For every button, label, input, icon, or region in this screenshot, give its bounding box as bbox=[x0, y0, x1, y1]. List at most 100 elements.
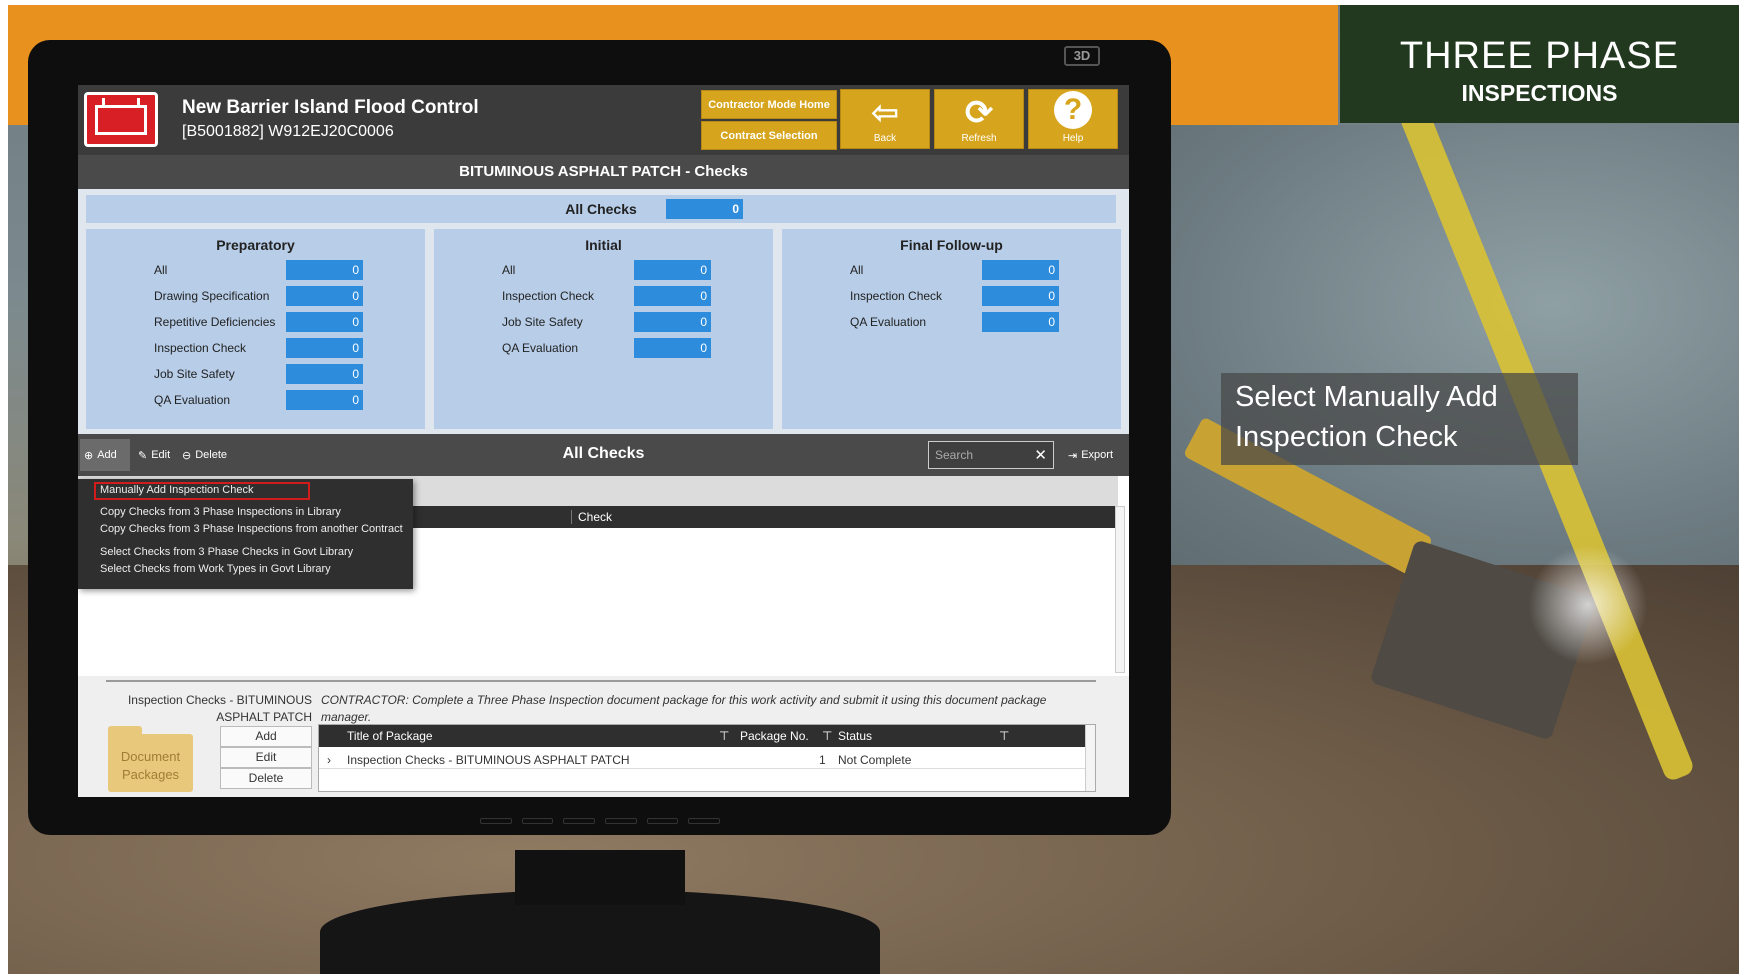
refresh-icon: ⟳ bbox=[964, 94, 994, 132]
check-column-header[interactable]: Check bbox=[571, 510, 612, 524]
water-splash bbox=[1528, 545, 1648, 665]
edit-label: Edit bbox=[151, 449, 171, 461]
all-checks-label: All Checks bbox=[565, 201, 637, 217]
grid-scrollbar[interactable] bbox=[1115, 506, 1125, 673]
add-button[interactable]: ⊕ Add bbox=[80, 439, 130, 471]
monitor-3d-badge: 3D bbox=[1064, 46, 1100, 66]
count-value[interactable]: 0 bbox=[286, 312, 363, 332]
count-value[interactable]: 0 bbox=[286, 390, 363, 410]
monitor-button bbox=[605, 818, 637, 824]
back-arrow-icon: ⇦ bbox=[870, 94, 900, 132]
edit-button[interactable]: ✎ Edit bbox=[134, 444, 174, 466]
section-description: CONTRACTOR: Complete a Three Phase Inspe… bbox=[321, 693, 1047, 724]
monitor-button bbox=[480, 818, 512, 824]
monitor-button bbox=[646, 818, 679, 824]
project-id: [B5001882] W912EJ20C0006 bbox=[182, 123, 394, 140]
package-edit-button[interactable]: Edit bbox=[220, 747, 312, 768]
count-row: All 0 bbox=[86, 257, 425, 283]
count-value[interactable]: 0 bbox=[982, 312, 1059, 332]
package-title: Inspection Checks - BITUMINOUS ASPHALT P… bbox=[347, 753, 630, 767]
filter-icon[interactable]: ⊤ bbox=[822, 729, 832, 743]
export-button[interactable]: ⇥ Export bbox=[1064, 444, 1117, 466]
count-label: QA Evaluation bbox=[154, 393, 231, 407]
panel-title: Preparatory bbox=[216, 237, 295, 253]
back-label: Back bbox=[873, 133, 897, 144]
checks-summary: All Checks 0 Preparatory All 0 Drawing Sp… bbox=[78, 189, 1129, 434]
packages-table-header: Title of Package ⊤ Package No. ⊤ Status … bbox=[319, 725, 1085, 747]
panel-title: Final Follow-up bbox=[900, 237, 1003, 253]
divider bbox=[106, 680, 1096, 682]
filter-icon[interactable]: ⊤ bbox=[999, 729, 1009, 743]
table-row[interactable]: › Inspection Checks - BITUMINOUS ASPHALT… bbox=[319, 749, 1085, 769]
package-add-button[interactable]: Add bbox=[220, 726, 312, 747]
app-header: New Barrier Island Flood Control [B50018… bbox=[78, 85, 1129, 155]
usace-castle-logo bbox=[84, 92, 158, 147]
contract-selection-button[interactable]: Contract Selection bbox=[701, 121, 837, 150]
refresh-button[interactable]: ⟳ Refresh bbox=[934, 89, 1024, 149]
monitor-button bbox=[563, 818, 596, 824]
count-value[interactable]: 0 bbox=[286, 286, 363, 306]
monitor-button bbox=[521, 818, 554, 824]
brand-title: THREE PHASE bbox=[1399, 35, 1680, 77]
page-title: BITUMINOUS ASPHALT PATCH - Checks bbox=[78, 155, 1129, 189]
count-row: QA Evaluation 0 bbox=[434, 335, 773, 361]
panel-title: Initial bbox=[585, 237, 622, 253]
initial-panel: Initial All 0 Inspection Check 0 Job Site … bbox=[434, 229, 773, 429]
checks-toolbar: All Checks ⊕ Add ✎ Edit ⊖ Delete Search … bbox=[78, 434, 1129, 476]
count-row: Inspection Check 0 bbox=[782, 283, 1121, 309]
count-row: Inspection Check 0 bbox=[86, 335, 425, 361]
monitor-stand-neck bbox=[515, 850, 685, 905]
final-follow-up-panel: Final Follow-up All 0 Inspection Check 0 Q… bbox=[782, 229, 1121, 429]
row-expand-icon[interactable]: › bbox=[327, 753, 331, 767]
packages-scrollbar[interactable] bbox=[1085, 725, 1095, 791]
back-button[interactable]: ⇦ Back bbox=[840, 89, 930, 149]
column-title-of-package[interactable]: Title of Package bbox=[347, 729, 433, 743]
export-icon: ⇥ bbox=[1068, 449, 1078, 462]
export-label: Export bbox=[1081, 449, 1114, 461]
count-label: Inspection Check bbox=[154, 341, 247, 355]
count-value[interactable]: 0 bbox=[982, 286, 1059, 306]
help-icon: ? bbox=[1054, 91, 1092, 129]
document-packages-folder-icon[interactable]: Document Packages bbox=[108, 726, 193, 792]
all-checks-count[interactable]: 0 bbox=[666, 199, 743, 219]
delete-icon: ⊖ bbox=[182, 449, 192, 462]
search-input[interactable]: Search ✕ bbox=[928, 441, 1054, 469]
refresh-label: Refresh bbox=[961, 133, 997, 144]
help-button[interactable]: ? Help bbox=[1028, 89, 1118, 149]
help-label: Help bbox=[1062, 133, 1084, 144]
monitor-buttons bbox=[480, 818, 721, 830]
count-label: QA Evaluation bbox=[502, 341, 579, 355]
count-value[interactable]: 0 bbox=[286, 338, 363, 358]
add-dropdown-menu: Manually Add Inspection Check Copy Check… bbox=[78, 479, 413, 589]
preparatory-panel: Preparatory All 0 Drawing Specification 0 … bbox=[86, 229, 425, 429]
all-checks-summary: All Checks 0 bbox=[86, 195, 1116, 223]
count-value[interactable]: 0 bbox=[286, 364, 363, 384]
contractor-mode-home-button[interactable]: Contractor Mode Home bbox=[701, 90, 837, 119]
menu-item-copy-contract[interactable]: Copy Checks from 3 Phase Inspections fro… bbox=[100, 523, 403, 535]
column-package-no[interactable]: Package No. bbox=[740, 729, 809, 743]
menu-item-select-work-types[interactable]: Select Checks from Work Types in Govt Li… bbox=[100, 563, 331, 575]
count-label: QA Evaluation bbox=[850, 315, 927, 329]
count-value[interactable]: 0 bbox=[634, 312, 711, 332]
count-value[interactable]: 0 bbox=[634, 260, 711, 280]
package-delete-button[interactable]: Delete bbox=[220, 768, 312, 789]
column-status[interactable]: Status bbox=[838, 729, 872, 743]
count-row: All 0 bbox=[434, 257, 773, 283]
count-value[interactable]: 0 bbox=[286, 260, 363, 280]
count-label: Job Site Safety bbox=[154, 367, 235, 381]
clear-search-icon[interactable]: ✕ bbox=[1034, 446, 1047, 464]
menu-item-manually-add[interactable]: Manually Add Inspection Check bbox=[100, 484, 253, 496]
menu-item-select-govt-checks[interactable]: Select Checks from 3 Phase Checks in Gov… bbox=[100, 546, 353, 558]
filter-icon[interactable]: ⊤ bbox=[719, 729, 729, 743]
count-row: QA Evaluation 0 bbox=[86, 387, 425, 413]
delete-button[interactable]: ⊖ Delete bbox=[178, 444, 231, 466]
count-value[interactable]: 0 bbox=[634, 286, 711, 306]
count-row: Inspection Check 0 bbox=[434, 283, 773, 309]
menu-item-copy-library[interactable]: Copy Checks from 3 Phase Inspections in … bbox=[100, 506, 341, 518]
count-row: All 0 bbox=[782, 257, 1121, 283]
count-value[interactable]: 0 bbox=[634, 338, 711, 358]
delete-label: Delete bbox=[195, 449, 228, 461]
count-value[interactable]: 0 bbox=[982, 260, 1059, 280]
package-number: 1 bbox=[819, 753, 826, 767]
package-status: Not Complete bbox=[838, 753, 912, 767]
